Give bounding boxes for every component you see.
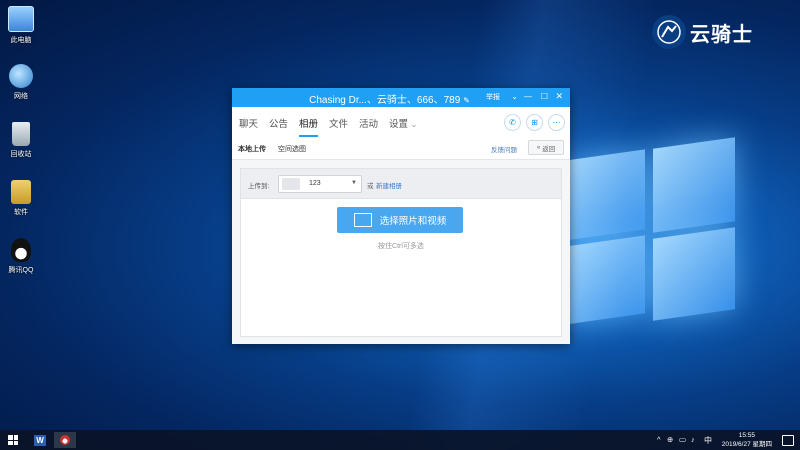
knight-logo-icon bbox=[652, 15, 686, 49]
or-text: 或 bbox=[367, 183, 374, 190]
pencil-icon[interactable]: ✎ bbox=[463, 96, 470, 105]
brand-text: 云骑士 bbox=[690, 23, 753, 46]
group-tabs: 聊天 公告 相册 文件 活动 设置 ⌄ ✆ ⊞ ⋯ bbox=[232, 107, 570, 137]
windows-logo-wallpaper bbox=[565, 135, 740, 325]
tab-settings[interactable]: 设置 ⌄ bbox=[389, 116, 417, 130]
window-title: Chasing Dr...、云骑士、666、789 ✎ bbox=[309, 95, 470, 106]
upload-target-bar: 上传到: 123 ▼ 或 新建相册 bbox=[241, 169, 561, 199]
tab-chat[interactable]: 聊天 bbox=[239, 116, 258, 130]
desktop-icon-network[interactable]: 网络 bbox=[3, 64, 39, 101]
desktop-icon-software[interactable]: 软件 bbox=[3, 180, 39, 217]
volume-icon[interactable]: ▭ bbox=[679, 435, 686, 444]
close-icon[interactable]: ✕ bbox=[555, 91, 563, 102]
select-photos-button[interactable]: 选择照片和视频 bbox=[337, 207, 463, 233]
feedback-link[interactable]: 反馈问题 bbox=[491, 144, 517, 154]
system-clock[interactable]: 15:55 2019/6/27 星期四 bbox=[722, 431, 772, 449]
computer-icon bbox=[8, 6, 34, 32]
desktop-icon-recycle-bin[interactable]: 回收站 bbox=[3, 122, 39, 159]
upload-to-label: 上传到: bbox=[248, 183, 270, 190]
network-icon[interactable]: ⊕ bbox=[667, 435, 673, 444]
desktop-icon-this-pc[interactable]: 此电脑 bbox=[3, 6, 39, 45]
qq-penguin-icon bbox=[11, 238, 31, 262]
tab-album[interactable]: 相册 bbox=[299, 116, 319, 137]
more-icon[interactable]: ⋯ bbox=[548, 114, 565, 131]
album-subtabs: 本地上传 空间选图 反馈问题 « 返回 bbox=[232, 137, 570, 160]
chevron-down-icon: ⌄ bbox=[410, 120, 418, 129]
minimize-icon[interactable]: — bbox=[524, 92, 532, 101]
taskbar: W ^ ⊕ ▭ ♪ 中 15:55 2019/6/27 星期四 bbox=[0, 430, 800, 450]
caret-down-icon: ▼ bbox=[351, 180, 357, 186]
qq-group-window: Chasing Dr...、云骑士、666、789 ✎ 举报 ⌄ — ☐ ✕ 聊天… bbox=[232, 88, 570, 344]
chevron-down-icon[interactable]: ⌄ bbox=[511, 92, 518, 101]
recycle-bin-icon bbox=[12, 122, 30, 146]
windows-start-icon[interactable] bbox=[8, 435, 18, 445]
desktop-icon-qq[interactable]: 腾讯QQ bbox=[3, 238, 39, 275]
multi-select-hint: 按住Ctrl可多选 bbox=[378, 243, 424, 250]
folder-icon bbox=[11, 180, 31, 204]
phone-icon[interactable]: ✆ bbox=[504, 114, 521, 131]
speaker-icon[interactable]: ♪ bbox=[691, 435, 695, 444]
add-app-icon[interactable]: ⊞ bbox=[526, 114, 543, 131]
network-icon bbox=[9, 64, 33, 88]
tab-files[interactable]: 文件 bbox=[329, 116, 348, 130]
report-link[interactable]: 举报 bbox=[486, 92, 500, 102]
notification-icon[interactable] bbox=[782, 435, 794, 446]
tab-activity[interactable]: 活动 bbox=[359, 116, 378, 130]
maximize-icon[interactable]: ☐ bbox=[541, 92, 548, 101]
back-button[interactable]: « 返回 bbox=[528, 140, 564, 155]
new-album-link[interactable]: 新建相册 bbox=[376, 180, 402, 190]
brand-watermark: 云骑士 bbox=[652, 14, 753, 50]
qq-taskbar-icon[interactable] bbox=[54, 432, 76, 448]
tab-announcement[interactable]: 公告 bbox=[269, 116, 288, 130]
subtab-local-upload[interactable]: 本地上传 bbox=[238, 144, 266, 154]
ime-indicator[interactable]: 中 bbox=[704, 435, 712, 446]
upload-panel: 上传到: 123 ▼ 或 新建相册 选择照片和视频 按住Ctrl可多选 bbox=[240, 168, 562, 337]
album-select[interactable]: 123 ▼ bbox=[278, 175, 362, 193]
chevron-up-icon[interactable]: ^ bbox=[657, 435, 661, 444]
subtab-space-pick[interactable]: 空间选图 bbox=[278, 144, 306, 154]
album-thumbnail bbox=[282, 178, 300, 190]
image-add-icon bbox=[353, 213, 372, 227]
word-app-icon[interactable]: W bbox=[32, 432, 48, 448]
window-title-bar[interactable]: Chasing Dr...、云骑士、666、789 ✎ 举报 ⌄ — ☐ ✕ bbox=[232, 88, 570, 107]
